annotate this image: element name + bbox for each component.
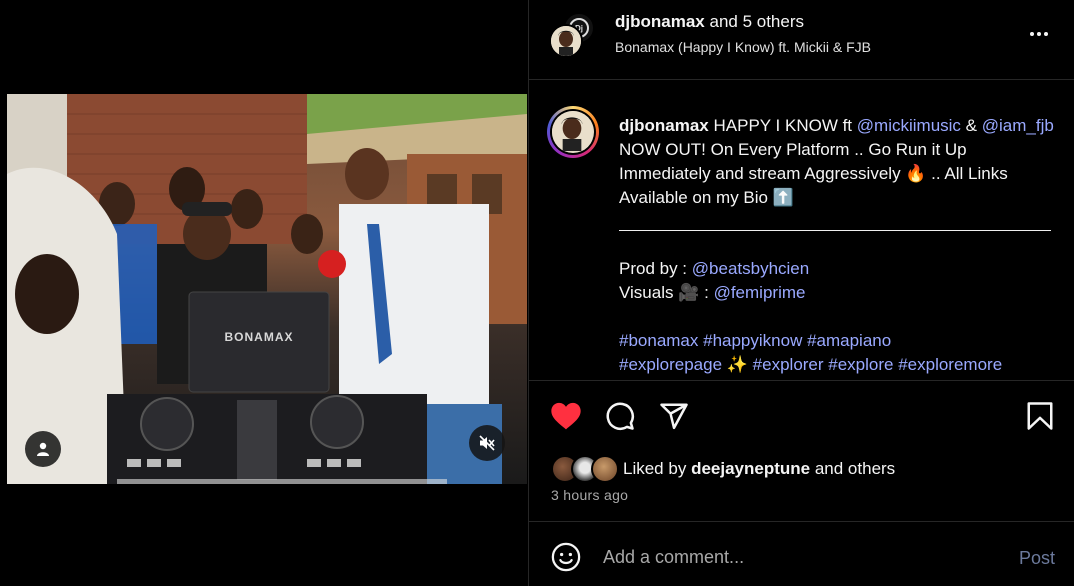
post-header: Dj djbonamax and 5 others Bonamax (Happy… [529,0,1074,80]
sparkle-emoji: ✨ [726,355,748,374]
visuals-line: Visuals 🎥 : @femiprime [619,281,1059,305]
share-icon [660,403,688,430]
post-author[interactable]: djbonamax and 5 others [615,12,804,32]
caption-text: djbonamax HAPPY I KNOW ft @mickiimusic &… [619,114,1059,377]
share-button[interactable] [657,399,691,433]
comment-button[interactable] [603,399,637,433]
liker-avatars[interactable] [551,455,621,483]
prod-label: Prod by : [619,259,688,278]
prod-line: Prod by : @beatsbyhcien [619,257,1059,281]
mention-beatsbyhcien[interactable]: @beatsbyhcien [692,259,809,278]
hashtag-explorepage[interactable]: #explorepage [619,355,722,374]
post-side-pane: Dj djbonamax and 5 others Bonamax (Happy… [528,0,1074,586]
mute-button[interactable] [469,425,505,461]
caption-divider [619,230,1051,231]
heart-filled-icon [551,402,581,430]
liked-by-suffix[interactable]: and others [815,459,895,478]
hashtags-explore[interactable]: #explorer #explore #exploremore [753,355,1002,374]
comment-icon [606,402,634,430]
post-timestamp[interactable]: 3 hours ago [551,487,628,503]
hashtags-line-2: #explorepage ✨ #explorer #explore #explo… [619,353,1059,377]
save-button[interactable] [1023,399,1057,433]
liker-avatar [591,455,619,483]
caption-amp: & [965,116,978,135]
hashtags-line-1[interactable]: #bonamax #happyiknow #amapiano [619,329,1059,353]
post-actions: Liked by deejayneptune and others 3 hour… [529,380,1074,522]
liked-by-row: Liked by deejayneptune and others [551,454,895,484]
mention-mickiimusic[interactable]: @mickiimusic [857,116,961,135]
user-tag-button[interactable] [25,431,61,467]
laptop-brand: BONAMAX [225,330,294,344]
media-pane: BONAMAX [0,0,528,586]
caption-area: djbonamax HAPPY I KNOW ft @mickiimusic &… [529,80,1074,380]
like-button[interactable] [549,399,583,433]
liked-by-prefix: Liked by [623,459,687,478]
more-options-button[interactable] [1027,22,1051,46]
avatar [549,24,583,58]
post-video[interactable]: BONAMAX [7,94,527,484]
smiley-icon[interactable] [551,542,581,572]
more-horizontal-icon [1030,32,1034,36]
caption-avatar[interactable] [547,106,599,158]
collab-avatars[interactable]: Dj [549,12,597,58]
audio-title[interactable]: Bonamax (Happy I Know) ft. Mickii & FJB [615,39,871,55]
video-frame: BONAMAX [7,94,527,484]
caption-username[interactable]: djbonamax [619,116,709,135]
caption-body-1: HAPPY I KNOW ft [713,116,853,135]
post-comment-button[interactable]: Post [1019,548,1055,569]
mention-femiprime[interactable]: @femiprime [714,283,806,302]
author-username[interactable]: djbonamax [615,12,705,31]
liked-by-text: Liked by deejayneptune and others [623,459,895,479]
visuals-label: Visuals 🎥 : [619,283,709,302]
comment-input[interactable] [603,542,983,572]
bookmark-icon [1027,402,1053,430]
liked-by-user[interactable]: deejayneptune [691,459,810,478]
user-icon [37,442,49,456]
comment-box: Post [529,522,1074,586]
mention-iam-fjb[interactable]: @iam_fjb [982,116,1054,135]
caption-body-2: NOW OUT! On Every Platform .. Go Run it … [619,140,1008,207]
speaker-muted-icon [479,435,495,451]
author-and-others[interactable]: and 5 others [709,12,804,31]
